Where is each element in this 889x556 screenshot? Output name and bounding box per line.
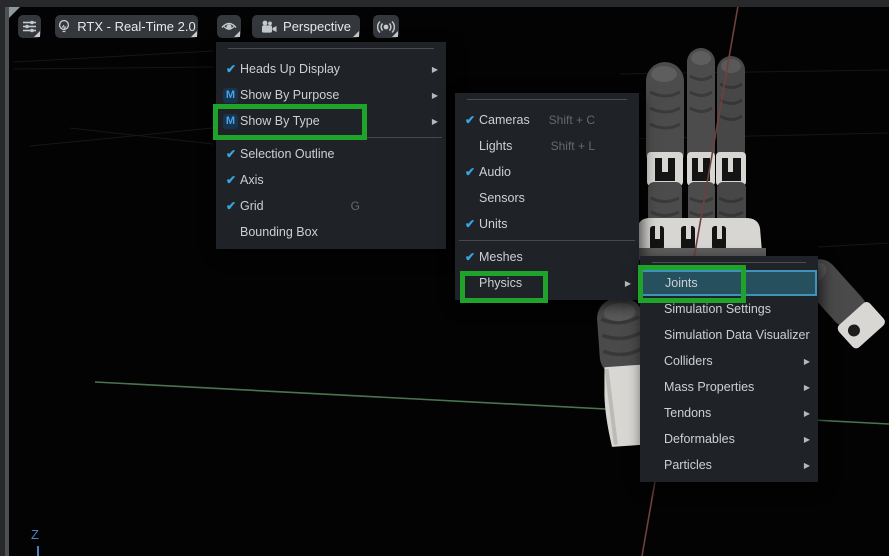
chevron-right-icon: ▶ — [803, 356, 810, 366]
menu-item-simulation-data-visualizer[interactable]: Simulation Data Visualizer — [640, 322, 818, 348]
window-frame-top — [0, 0, 889, 7]
broadcast-button[interactable] — [373, 15, 399, 38]
menu-item-particles[interactable]: Particles ▶ — [640, 452, 818, 478]
menu-item-label: Mass Properties — [664, 380, 755, 394]
menu-item-label: Show By Purpose — [240, 88, 340, 102]
menu-item-axis[interactable]: ✔ Axis — [216, 167, 446, 193]
sliders-icon — [22, 19, 37, 34]
render-mode-button[interactable]: RTX - Real-Time 2.0 — [55, 15, 198, 38]
menu-item-shortcut: G — [350, 199, 360, 213]
check-icon: ✔ — [225, 147, 237, 161]
menu-item-label: Axis — [240, 173, 264, 187]
menu-item-label: Units — [479, 217, 508, 231]
axis-gizmo-z-label: Z — [31, 527, 39, 542]
chevron-right-icon: ▶ — [624, 278, 631, 288]
menu-item-shortcut: Shift + C — [548, 113, 595, 127]
render-mode-label: RTX - Real-Time 2.0 — [77, 19, 196, 34]
menu-tear-line — [228, 48, 434, 49]
menu-item-label: Simulation Data Visualizer — [664, 328, 810, 342]
menu-separator — [459, 240, 635, 241]
chevron-right-icon: ▶ — [431, 64, 438, 74]
visibility-button[interactable] — [217, 15, 241, 38]
annotation-box-joints — [638, 265, 746, 303]
grid-lines — [13, 50, 889, 248]
menu-item-label: Bounding Box — [240, 225, 318, 239]
menu-item-label: Particles — [664, 458, 712, 472]
eye-icon — [221, 21, 237, 33]
menu-item-label: Simulation Settings — [664, 302, 772, 316]
check-icon: ✔ — [225, 199, 237, 213]
menu-item-label: Lights — [479, 139, 513, 153]
menu-tear-line — [652, 262, 806, 263]
m-badge-icon: M — [223, 87, 238, 103]
menu-tear-line — [467, 99, 627, 100]
menu-item-meshes[interactable]: ✔ Meshes — [455, 244, 639, 270]
chevron-right-icon: ▶ — [803, 460, 810, 470]
check-icon: ✔ — [225, 173, 237, 187]
broadcast-icon — [377, 20, 395, 34]
menu-item-tendons[interactable]: Tendons ▶ — [640, 400, 818, 426]
menu-item-label: Heads Up Display — [240, 62, 341, 76]
chevron-right-icon: ▶ — [431, 90, 438, 100]
check-icon: ✔ — [464, 217, 476, 231]
menu-item-shortcut: Shift + L — [550, 139, 595, 153]
viewport-settings-button[interactable] — [18, 15, 41, 38]
window-frame-left-highlight — [5, 0, 9, 556]
chevron-right-icon: ▶ — [803, 382, 810, 392]
menu-item-label: Audio — [479, 165, 511, 179]
menu-item-label: Tendons — [664, 406, 712, 420]
menu-item-grid[interactable]: ✔ Grid G — [216, 193, 446, 219]
annotation-box-physics — [460, 271, 548, 303]
show-by-type-submenu: ✔ Cameras Shift + C Lights Shift + L ✔ A… — [455, 93, 639, 300]
camera-selector-button[interactable]: Perspective — [252, 15, 360, 38]
chevron-right-icon: ▶ — [431, 116, 438, 126]
menu-item-label: Colliders — [664, 354, 713, 368]
menu-item-deformables[interactable]: Deformables ▶ — [640, 426, 818, 452]
menu-item-sensors[interactable]: Sensors — [455, 185, 639, 211]
menu-item-label: Deformables — [664, 432, 735, 446]
menu-item-selection-outline[interactable]: ✔ Selection Outline — [216, 141, 446, 167]
check-icon: ✔ — [225, 62, 237, 76]
check-icon: ✔ — [464, 250, 476, 264]
check-icon: ✔ — [464, 113, 476, 127]
video-camera-icon — [261, 20, 277, 34]
menu-item-lights[interactable]: Lights Shift + L — [455, 133, 639, 159]
menu-item-label: Grid — [240, 199, 264, 213]
menu-item-label: Selection Outline — [240, 147, 335, 161]
lightbulb-icon — [57, 19, 71, 35]
display-options-menu: ✔ Heads Up Display ▶ M Show By Purpose ▶… — [216, 42, 446, 249]
menu-item-colliders[interactable]: Colliders ▶ — [640, 348, 818, 374]
menu-item-label: Sensors — [479, 191, 525, 205]
menu-item-mass-properties[interactable]: Mass Properties ▶ — [640, 374, 818, 400]
chevron-right-icon: ▶ — [803, 408, 810, 418]
axis-gizmo-z-line — [37, 546, 39, 556]
chevron-right-icon: ▶ — [803, 434, 810, 444]
menu-item-label: Meshes — [479, 250, 523, 264]
menu-item-label: Cameras — [479, 113, 530, 127]
annotation-box-show-by-type — [213, 104, 367, 140]
menu-item-units[interactable]: ✔ Units — [455, 211, 639, 237]
menu-item-bounding-box[interactable]: Bounding Box — [216, 219, 446, 245]
check-icon: ✔ — [464, 165, 476, 179]
viewport-window: Z RTX - Real-Time 2.0 Perspective ✔ Head… — [0, 0, 889, 556]
menu-item-cameras[interactable]: ✔ Cameras Shift + C — [455, 107, 639, 133]
menu-item-audio[interactable]: ✔ Audio — [455, 159, 639, 185]
menu-item-heads-up-display[interactable]: ✔ Heads Up Display ▶ — [216, 56, 446, 82]
camera-selector-label: Perspective — [283, 19, 351, 34]
